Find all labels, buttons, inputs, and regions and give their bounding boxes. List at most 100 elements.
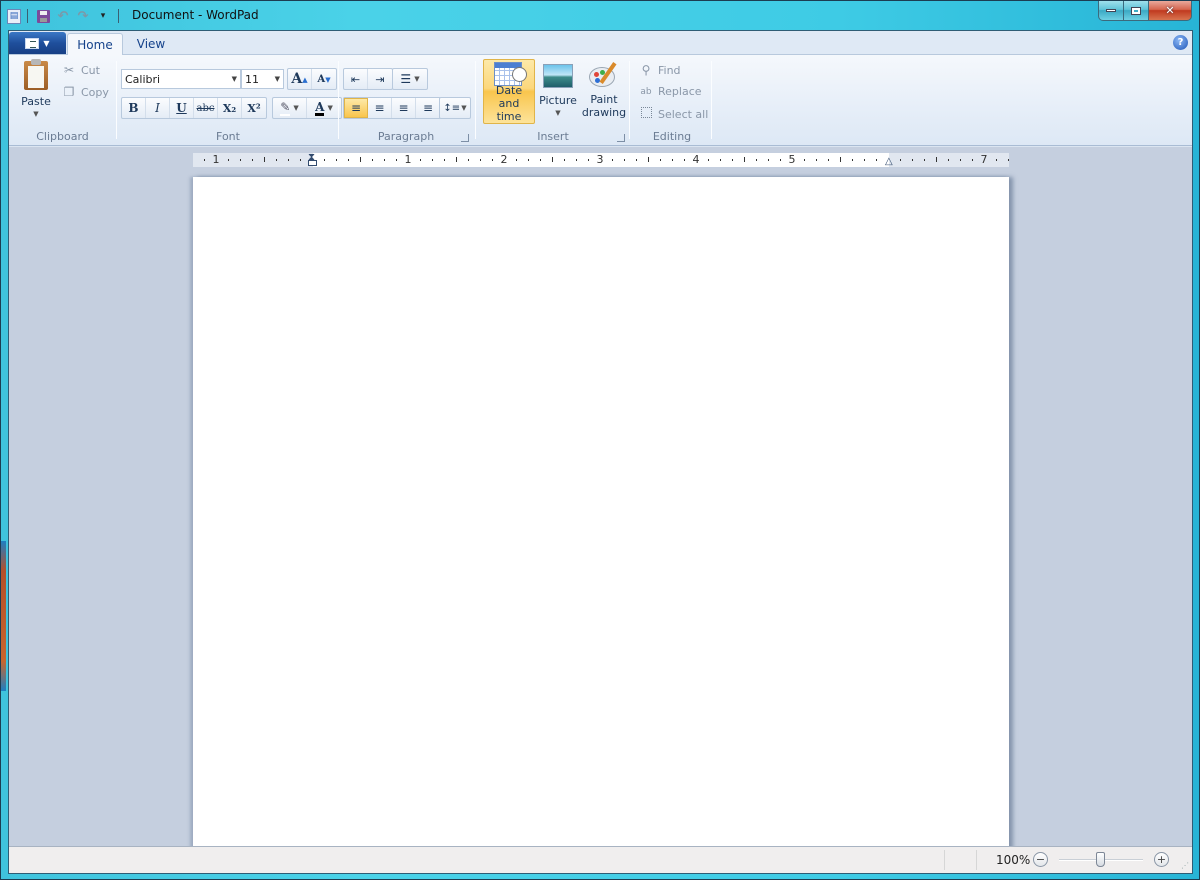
- ruler-dot: [948, 159, 949, 161]
- strikethrough-button[interactable]: abc: [194, 98, 218, 118]
- ruler-dot: [816, 159, 817, 161]
- left-indent-marker[interactable]: [308, 160, 317, 166]
- line-spacing-button[interactable]: ↕≡ ▼: [440, 98, 470, 118]
- save-icon[interactable]: [34, 7, 52, 25]
- minimize-button[interactable]: [1098, 1, 1124, 21]
- zoom-in-button[interactable]: +: [1154, 852, 1169, 867]
- shrink-font-button[interactable]: A ▼: [312, 69, 336, 89]
- document-workspace: 1 1 2 3 4 5 7 ⧗ △: [9, 147, 1192, 848]
- clipboard-icon: [24, 59, 48, 90]
- text-color-button[interactable]: A ▼: [307, 98, 341, 118]
- ruler-label: 7: [980, 153, 988, 166]
- group-clipboard: Paste ▼ ✂ Cut ❐ Copy Clipboard: [9, 55, 116, 145]
- ruler-tick: [456, 157, 457, 162]
- superscript-button[interactable]: X²: [242, 98, 266, 118]
- group-insert: Date and time Picture ▼ Paint drawing In…: [479, 55, 627, 145]
- paint-drawing-button[interactable]: Paint drawing: [581, 59, 627, 124]
- ruler-tick: [840, 157, 841, 162]
- help-icon[interactable]: ?: [1173, 35, 1188, 50]
- ribbon-tab-row: ▼ Home View ?: [9, 31, 1192, 56]
- align-center-button[interactable]: ≡: [368, 98, 392, 118]
- bold-button[interactable]: B: [122, 98, 146, 118]
- ruler-dot: [576, 159, 577, 161]
- paste-button[interactable]: Paste ▼: [17, 59, 55, 121]
- ruler-dot: [852, 159, 853, 161]
- redo-icon[interactable]: ↷: [74, 7, 92, 25]
- find-button[interactable]: ⚲ Find: [638, 63, 681, 77]
- ruler-tick: [552, 157, 553, 162]
- minimize-icon: [1106, 9, 1116, 12]
- ruler-dot: [276, 159, 277, 161]
- window-title: Document - WordPad: [132, 8, 259, 22]
- status-divider: [944, 850, 945, 870]
- horizontal-ruler[interactable]: 1 1 2 3 4 5 7 ⧗ △: [193, 152, 1009, 167]
- ribbon-home: Paste ▼ ✂ Cut ❐ Copy Clipboard Calibri ▼…: [9, 55, 1192, 146]
- paragraph-dialog-launcher[interactable]: [461, 134, 469, 142]
- paste-label: Paste: [21, 95, 51, 108]
- align-right-button[interactable]: ≡: [392, 98, 416, 118]
- zoom-out-button[interactable]: −: [1033, 852, 1048, 867]
- ruler-dot: [444, 159, 445, 161]
- maximize-button[interactable]: [1124, 1, 1149, 21]
- grow-font-button[interactable]: A ▲: [288, 69, 312, 89]
- binoculars-icon: ⚲: [641, 63, 651, 77]
- tab-view[interactable]: View: [131, 33, 171, 55]
- quick-access-toolbar: ▤ ↶ ↷ ▾: [7, 6, 123, 26]
- ruler-dot: [636, 159, 637, 161]
- paragraph-group-label: Paragraph: [377, 130, 435, 143]
- title-bar[interactable]: ▤ ↶ ↷ ▾ Document - WordPad ✕: [1, 1, 1199, 30]
- justify-button[interactable]: ≡: [416, 98, 440, 118]
- font-size-buttons: A ▲ A ▼: [287, 68, 337, 90]
- insert-group-label: Insert: [537, 130, 569, 143]
- subscript-button[interactable]: X₂: [218, 98, 242, 118]
- resize-grip[interactable]: ⋰: [1181, 861, 1189, 870]
- list-button[interactable]: ☰ ▼: [393, 69, 427, 89]
- italic-button[interactable]: I: [146, 98, 170, 118]
- select-all-label: Select all: [658, 107, 709, 121]
- undo-icon[interactable]: ↶: [54, 7, 72, 25]
- select-all-icon: [638, 107, 654, 121]
- copy-button[interactable]: ❐ Copy: [61, 85, 109, 99]
- ruler-dot: [384, 159, 385, 161]
- ruler-dot: [540, 159, 541, 161]
- ruler-dot: [732, 159, 733, 161]
- find-label: Find: [658, 63, 681, 77]
- underline-button[interactable]: U: [170, 98, 194, 118]
- ruler-label: 3: [596, 153, 604, 166]
- date-and-time-button[interactable]: Date and time: [483, 59, 535, 124]
- font-size-select[interactable]: 11 ▼: [241, 69, 284, 89]
- ruler-dot: [204, 159, 205, 161]
- clipboard-group-label: Clipboard: [36, 130, 89, 143]
- zoom-slider-thumb[interactable]: [1096, 852, 1105, 867]
- document-page[interactable]: [193, 177, 1009, 848]
- group-editing: ⚲ Find ab Replace Select all Editing: [632, 55, 712, 145]
- close-button[interactable]: ✕: [1149, 1, 1192, 21]
- decrease-indent-button[interactable]: ⇤: [344, 69, 368, 89]
- increase-indent-button[interactable]: ⇥: [368, 69, 392, 89]
- plus-icon: +: [1156, 853, 1167, 866]
- group-paragraph: ⇤ ⇥ ☰ ▼ ≡ ≡ ≡ ≡ ↕≡ ▼ Paragraph: [341, 55, 471, 145]
- ruler-dot: [708, 159, 709, 161]
- select-all-button[interactable]: Select all: [638, 107, 708, 121]
- insert-dialog-launcher[interactable]: [617, 134, 625, 142]
- paste-dropdown-icon: ▼: [33, 110, 39, 118]
- application-menu-button[interactable]: ▼: [9, 32, 66, 54]
- align-left-button[interactable]: ≡: [344, 98, 368, 118]
- ruler-dot: [324, 159, 325, 161]
- ruler-right-margin: [889, 153, 1009, 167]
- tab-home[interactable]: Home: [67, 33, 123, 56]
- right-indent-marker[interactable]: △: [885, 156, 893, 167]
- ruler-dot: [780, 159, 781, 161]
- date-and-time-label-line2: time: [496, 110, 522, 123]
- customize-qat-icon[interactable]: ▾: [94, 7, 112, 25]
- font-family-select[interactable]: Calibri ▼: [121, 69, 241, 89]
- cut-button[interactable]: ✂ Cut: [61, 63, 100, 77]
- chevron-down-icon: ▼: [274, 75, 280, 83]
- ruler-dot: [348, 159, 349, 161]
- picture-button[interactable]: Picture ▼: [537, 59, 579, 124]
- replace-button[interactable]: ab Replace: [638, 85, 701, 98]
- highlight-color-button[interactable]: ✎ ▼: [273, 98, 307, 118]
- group-separator: [338, 61, 339, 139]
- app-icon[interactable]: ▤: [7, 8, 21, 24]
- ruler-dot: [828, 159, 829, 161]
